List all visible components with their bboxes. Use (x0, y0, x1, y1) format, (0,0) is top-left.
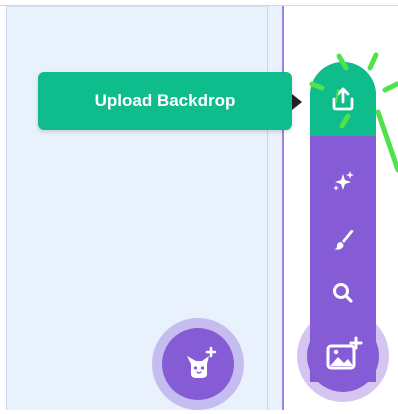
sparkle-icon (333, 171, 354, 191)
choose-backdrop-button[interactable] (307, 320, 379, 392)
tooltip-label: Upload Backdrop (94, 91, 236, 110)
upload-backdrop-tooltip: Upload Backdrop (38, 72, 292, 130)
upload-icon (332, 87, 354, 111)
surprise-backdrop-button[interactable] (310, 158, 376, 204)
paintbrush-icon (334, 230, 354, 250)
backdrop-image-add-icon (326, 336, 363, 370)
search-icon (333, 283, 353, 303)
screen: Upload Backdrop (0, 0, 398, 414)
cat-add-icon (187, 346, 217, 378)
upload-backdrop-button[interactable] (310, 62, 376, 136)
tooltip-arrow (292, 94, 302, 110)
choose-sprite-button[interactable] (162, 328, 234, 400)
paint-backdrop-button[interactable] (310, 216, 376, 262)
pane-gap (268, 6, 282, 410)
